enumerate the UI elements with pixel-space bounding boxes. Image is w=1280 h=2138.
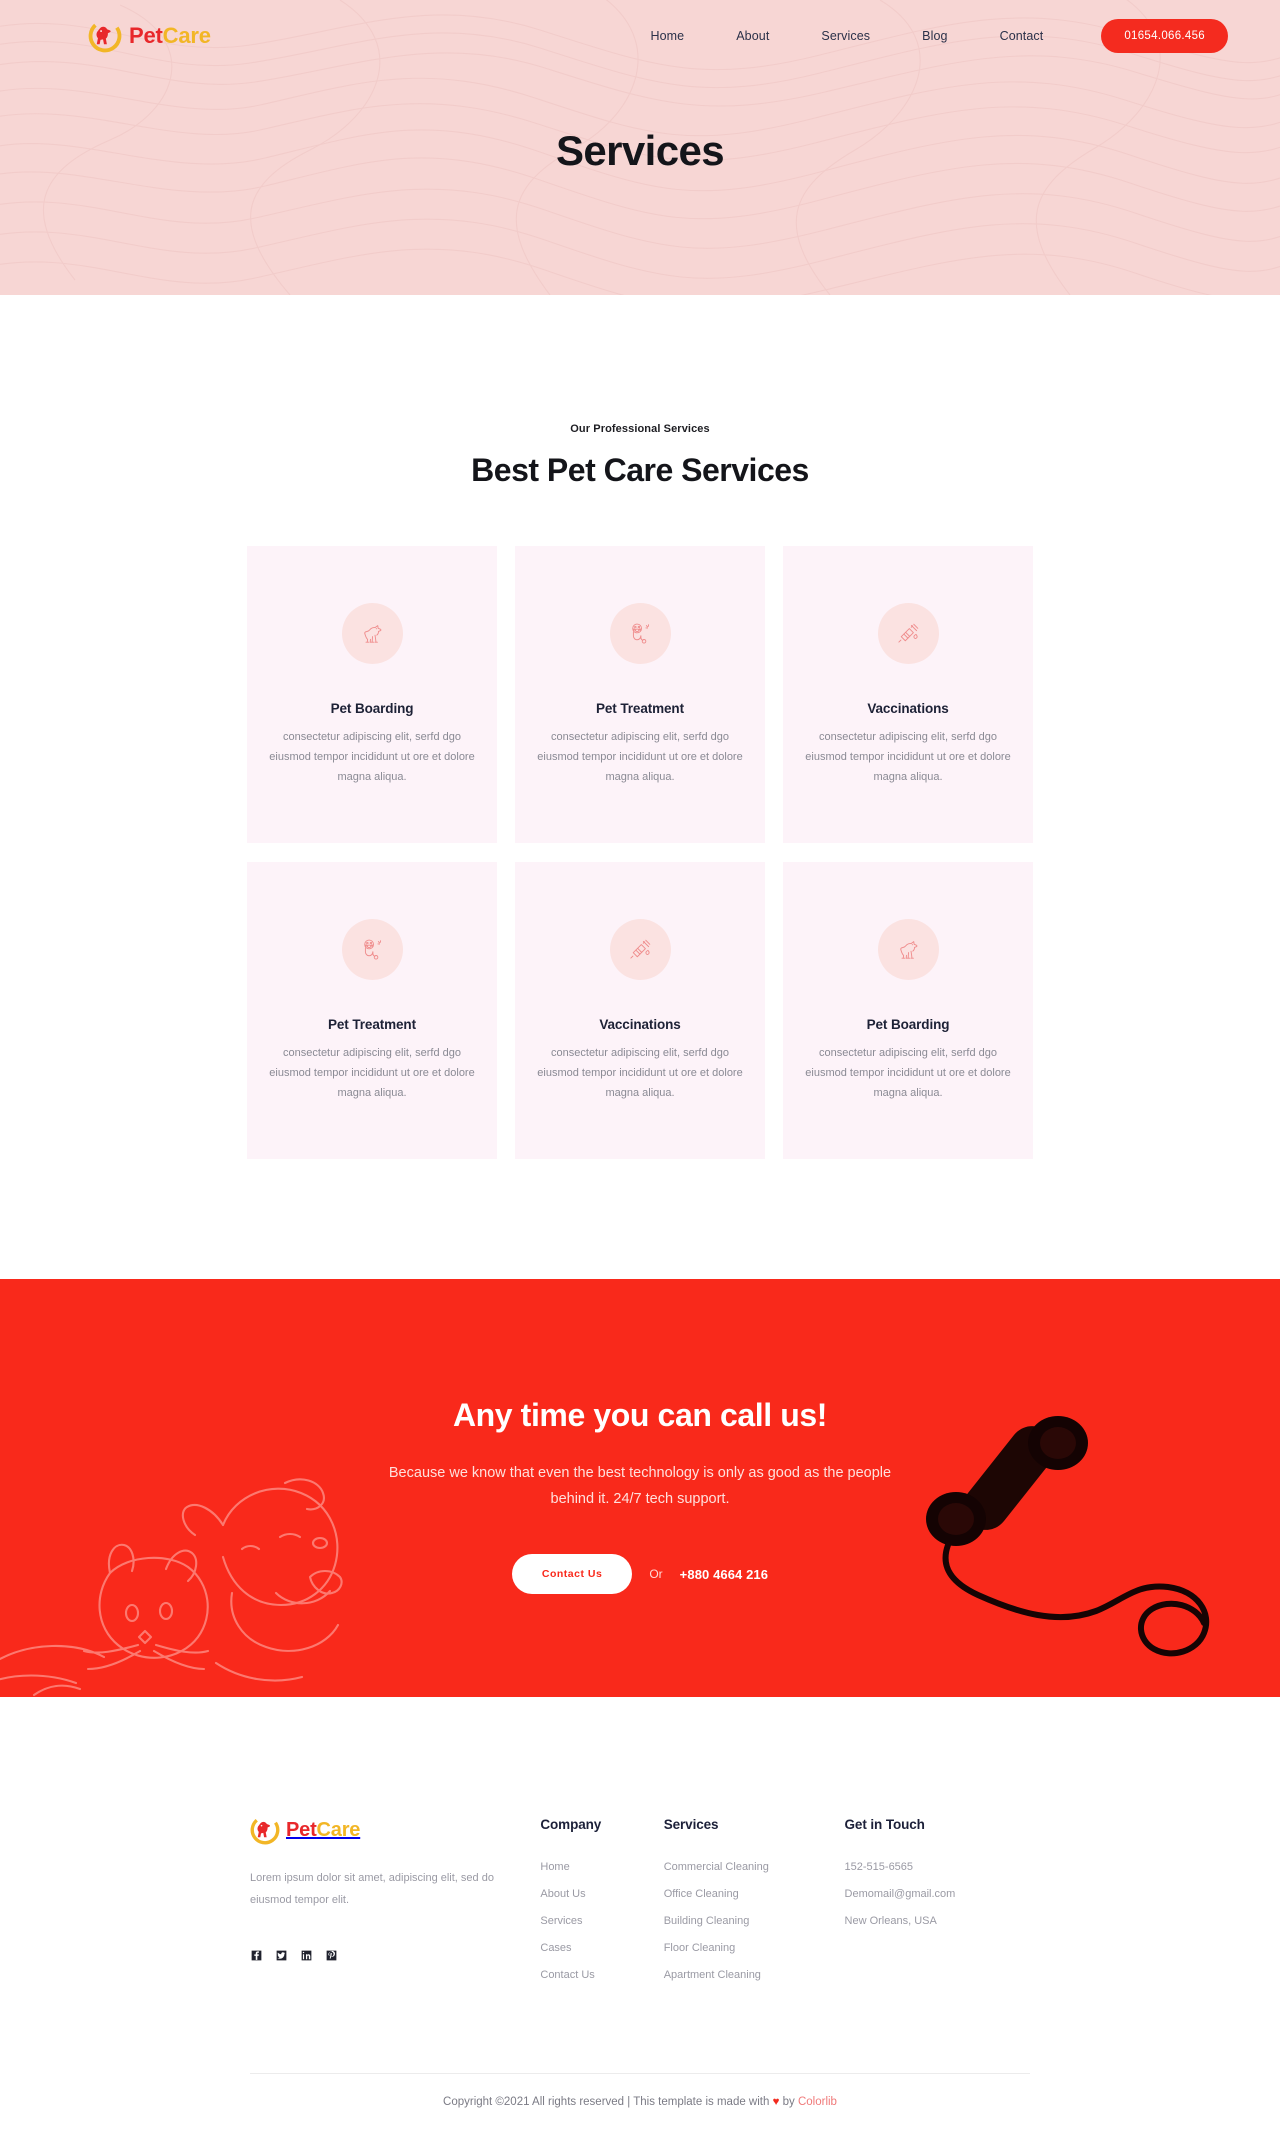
footer-link-building-cleaning[interactable]: Building Cleaning — [664, 1910, 845, 1932]
cta-description: Because we know that even the best techn… — [388, 1465, 892, 1507]
service-card[interactable]: Pet Treatment consectetur adipiscing eli… — [515, 546, 765, 843]
footer-contact-heading: Get in Touch — [844, 1817, 925, 1832]
service-card-description: consectetur adipiscing elit, serfd dgo e… — [805, 731, 1011, 783]
footer-link-cases[interactable]: Cases — [540, 1937, 663, 1959]
cta-content: Any time you can call us! Because we kno… — [0, 1279, 1280, 1594]
syringe-vaccine-icon — [609, 919, 671, 980]
pinterest-icon[interactable] — [325, 1949, 338, 1962]
heart-icon: ♥ — [772, 2096, 780, 2108]
footer-link-apartment-cleaning[interactable]: Apartment Cleaning — [664, 1964, 845, 1986]
service-card[interactable]: Pet Boarding consectetur adipiscing elit… — [783, 862, 1033, 1159]
footer-link-home[interactable]: Home — [540, 1856, 663, 1878]
footer-tagline: Lorem ipsum dolor sit amet, adipiscing e… — [250, 1872, 494, 1906]
copyright-text: Copyright ©2021 All rights reserved | Th… — [443, 2096, 773, 2108]
service-card-description: consectetur adipiscing elit, serfd dgo e… — [537, 731, 743, 783]
services-heading: Best Pet Care Services — [471, 452, 809, 488]
service-card[interactable]: Vaccinations consectetur adipiscing elit… — [783, 546, 1033, 843]
footer-link-office-cleaning[interactable]: Office Cleaning — [664, 1883, 845, 1905]
nav-link-contact[interactable]: Contact — [974, 23, 1070, 49]
footer-brand-column: PetCare Lorem ipsum dolor sit amet, adip… — [250, 1815, 500, 1962]
site-footer: PetCare Lorem ipsum dolor sit amet, adip… — [0, 1697, 1280, 2138]
footer-company-heading: Company — [540, 1817, 602, 1832]
service-card[interactable]: Pet Treatment consectetur adipiscing eli… — [247, 862, 497, 1159]
footer-contact-address: New Orleans, USA — [844, 1915, 937, 1927]
services-section: Our Professional Services Best Pet Care … — [0, 295, 1280, 1279]
service-card-description: consectetur adipiscing elit, serfd dgo e… — [537, 1047, 743, 1099]
dog-logo-icon — [250, 1815, 280, 1845]
footer-social-links — [250, 1949, 500, 1962]
service-card[interactable]: Pet Boarding consectetur adipiscing elit… — [247, 546, 497, 843]
footer-brand-second: Care — [316, 1819, 361, 1841]
service-card-title: Vaccinations — [867, 701, 949, 716]
services-card-grid: Pet Boarding consectetur adipiscing elit… — [247, 546, 1033, 1159]
footer-contact-email: Demomail@gmail.com — [844, 1888, 956, 1900]
services-subtitle: Our Professional Services — [570, 423, 710, 435]
brand-text: PetCare — [129, 25, 211, 47]
cta-phone-number[interactable]: +880 4664 216 — [680, 1567, 768, 1582]
footer-brand-logo[interactable]: PetCare — [250, 1815, 500, 1845]
header-phone-button[interactable]: 01654.066.456 — [1101, 19, 1228, 53]
main-navigation: PetCare Home About Services Blog Contact… — [0, 0, 1280, 72]
nav-link-blog[interactable]: Blog — [896, 23, 973, 49]
copyright-bar: Copyright ©2021 All rights reserved | Th… — [0, 2074, 1280, 2138]
footer-company-column: Company Home About Us Services Cases Con… — [540, 1815, 663, 1991]
footer-contact-phone: 152-515-6565 — [844, 1861, 914, 1873]
footer-brand-first: Pet — [286, 1819, 317, 1841]
page-title: Services — [555, 127, 725, 174]
footer-link-contact-us[interactable]: Contact Us — [540, 1964, 663, 1986]
call-to-action-section: Any time you can call us! Because we kno… — [0, 1279, 1280, 1697]
syringe-vaccine-icon — [877, 603, 939, 664]
footer-brand-text: PetCare — [286, 1820, 360, 1840]
hero-banner: PetCare Home About Services Blog Contact… — [0, 0, 1280, 295]
service-card[interactable]: Vaccinations consectetur adipiscing elit… — [515, 862, 765, 1159]
dog-sitting-icon — [341, 603, 403, 664]
service-card-description: consectetur adipiscing elit, serfd dgo e… — [269, 1047, 475, 1099]
services-wrap: Our Professional Services Best Pet Care … — [0, 423, 1280, 1159]
footer-link-services[interactable]: Services — [540, 1910, 663, 1932]
cta-title: Any time you can call us! — [452, 1397, 828, 1433]
copyright-by: by — [779, 2096, 798, 2108]
footer-services-column: Services Commercial Cleaning Office Clea… — [664, 1815, 845, 1991]
service-card-title: Vaccinations — [599, 1017, 681, 1032]
facebook-icon[interactable] — [250, 1949, 263, 1962]
twitter-icon[interactable] — [275, 1949, 288, 1962]
nav-link-list: Home About Services Blog Contact 01654.0… — [624, 19, 1228, 53]
footer-services-heading: Services — [663, 1817, 719, 1832]
footer-contact-column: Get in Touch 152-515-6565 Demomail@gmail… — [845, 1815, 1030, 1937]
footer-link-floor-cleaning[interactable]: Floor Cleaning — [664, 1937, 845, 1959]
contact-us-button[interactable]: Contact Us — [511, 1554, 633, 1594]
nav-link-about[interactable]: About — [710, 23, 795, 49]
service-card-description: consectetur adipiscing elit, serfd dgo e… — [269, 731, 475, 783]
footer-link-commercial-cleaning[interactable]: Commercial Cleaning — [664, 1856, 845, 1878]
brand-text-first: Pet — [129, 23, 163, 48]
colorlib-link[interactable]: Colorlib — [798, 2096, 837, 2108]
brand-text-second: Care — [162, 23, 211, 48]
footer-columns: PetCare Lorem ipsum dolor sit amet, adip… — [0, 1815, 1280, 1991]
service-card-title: Pet Boarding — [866, 1017, 950, 1032]
dog-sitting-icon — [877, 919, 939, 980]
service-card-title: Pet Boarding — [330, 701, 414, 716]
service-card-title: Pet Treatment — [328, 1017, 416, 1032]
brand-logo[interactable]: PetCare — [88, 19, 211, 53]
nav-link-services[interactable]: Services — [795, 23, 896, 49]
dog-logo-icon — [88, 19, 122, 53]
service-card-description: consectetur adipiscing elit, serfd dgo e… — [805, 1047, 1011, 1099]
footer-link-about-us[interactable]: About Us — [540, 1883, 663, 1905]
stethoscope-paw-icon — [609, 603, 671, 664]
cta-actions: Contact Us Or +880 4664 216 — [0, 1554, 1280, 1594]
nav-link-home[interactable]: Home — [624, 23, 710, 49]
stethoscope-paw-icon — [341, 919, 403, 980]
service-card-title: Pet Treatment — [596, 701, 684, 716]
cta-or-label: Or — [649, 1567, 663, 1581]
linkedin-icon[interactable] — [300, 1949, 313, 1962]
